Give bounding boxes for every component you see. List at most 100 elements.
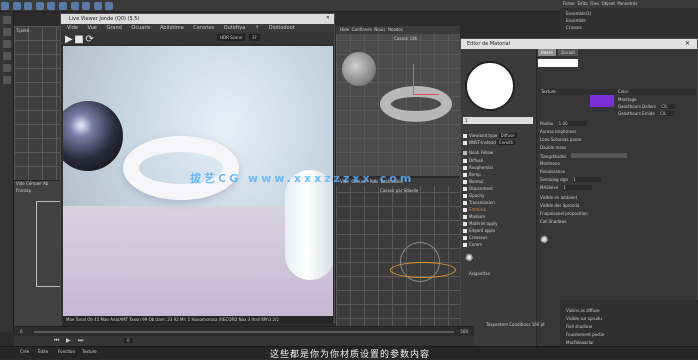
checkbox[interactable] (463, 194, 467, 198)
menu-item[interactable]: Abilotima (160, 25, 184, 31)
tab-parametres[interactable]: Pannetrés (617, 1, 637, 6)
channel-row[interactable]: Transmission (463, 200, 533, 207)
tab-texture[interactable]: Texture (82, 349, 97, 354)
param-row[interactable]: MASloive 1 (540, 185, 695, 191)
edges-mode-icon[interactable] (3, 28, 11, 36)
timeline[interactable]: 0 500 (14, 326, 474, 336)
forward-icon[interactable]: ⏭ (78, 337, 83, 345)
object-item[interactable]: Ensemble(1) (566, 11, 591, 16)
param-row[interactable]: Fnapoisonel proposition (540, 211, 695, 217)
play-icon[interactable]: ▶ (65, 34, 73, 45)
color-row[interactable]: Monitage (618, 97, 694, 103)
channel-row[interactable]: Diffusé (463, 158, 533, 165)
material-name-field[interactable]: 1 (463, 117, 533, 124)
channel-row[interactable]: Bemp (463, 172, 533, 179)
render-icon[interactable] (82, 2, 91, 10)
live-viewer-titlebar[interactable]: Live Viewer Jonde (Q0) (5.5) ✕ (61, 14, 334, 24)
param-row[interactable]: Poulou 1.00 (540, 121, 695, 127)
channel-row[interactable]: Roughemiss (463, 165, 533, 172)
channel-row[interactable]: Normal (463, 179, 533, 186)
channel-row-selected[interactable]: Emmisie (463, 207, 533, 214)
attribute-item[interactable]: Visible sur sprudu (566, 316, 602, 321)
param-row[interactable]: Visible on ambient (540, 195, 695, 201)
tab-fonction[interactable]: Fonction (58, 349, 75, 354)
checkbox[interactable] (463, 180, 467, 184)
color-row[interactable]: Geasthours Emide CIL (618, 111, 694, 117)
checkbox[interactable] (463, 166, 467, 170)
play-icon[interactable]: ▶ (66, 337, 71, 344)
section-header[interactable]: Texture Color (538, 89, 697, 95)
viewport-front-right[interactable]: Vide Camaer Pula Bastimbles Casson par S… (336, 178, 460, 330)
value-field[interactable]: 1 (563, 185, 592, 190)
white-swatch[interactable] (538, 59, 578, 67)
param-row[interactable]: Lono Solsonas passe (540, 137, 695, 143)
render-mode-select[interactable]: HDR Scene (217, 34, 246, 41)
checkbox[interactable] (463, 201, 467, 205)
refresh-icon[interactable]: ⟳ (85, 34, 93, 45)
live-viewer-window[interactable]: Live Viewer Jonde (Q0) (5.5) ✕ Vide Vue … (60, 13, 335, 323)
scale-icon[interactable] (47, 2, 56, 10)
color-row[interactable]: Geasthours Dellors CIL (618, 104, 694, 110)
menu-item[interactable]: Vide (67, 25, 78, 31)
param-row[interactable]: Semiolog sign 1 (540, 177, 695, 183)
render-count-select[interactable]: 3? (249, 34, 260, 41)
value-field[interactable]: 1.00 (558, 121, 587, 126)
channel-row[interactable]: Matériel apply (463, 221, 533, 228)
checkbox[interactable] (463, 151, 467, 155)
param-row[interactable]: Renaissance (540, 169, 695, 175)
checkbox[interactable] (463, 173, 467, 177)
stop-icon[interactable]: ■ (74, 34, 83, 45)
param-row[interactable]: Call Shadows (540, 219, 695, 225)
channel-row[interactable]: Dispcoment (463, 186, 533, 193)
menu-item[interactable]: ↑ (255, 25, 259, 31)
material-preview[interactable] (465, 61, 515, 111)
viewport-front[interactable]: Vide Cémaer Ab Frontap (14, 180, 62, 330)
channel-row[interactable]: Corem (463, 242, 533, 249)
select-icon[interactable] (24, 2, 33, 10)
checkbox[interactable] (463, 229, 467, 233)
checkbox[interactable] (463, 215, 467, 219)
material-assign-icon[interactable]: ✺ (540, 235, 548, 246)
object-item[interactable]: Crasses (566, 25, 582, 30)
tab-advanced[interactable]: Doradi (558, 49, 578, 56)
redo-icon[interactable] (12, 2, 21, 10)
attribute-item[interactable]: Mocfaleaoclar (566, 340, 594, 345)
material-editor-titlebar[interactable]: Edtor de Matorial (461, 39, 697, 49)
attribute-item[interactable]: Fouistement pectie (566, 332, 604, 337)
param-row[interactable]: Visible des Spronda (540, 203, 695, 209)
polygons-mode-icon[interactable] (3, 40, 11, 48)
checkbox[interactable] (463, 208, 467, 212)
camera-icon[interactable] (93, 2, 102, 10)
channel-row[interactable]: Edgard appis (463, 228, 533, 235)
checkbox[interactable] (463, 222, 467, 226)
attribute-item[interactable]: Violins as diffuse (566, 308, 600, 313)
menu-item[interactable]: Outidtya (224, 25, 246, 31)
model-mode-icon[interactable] (3, 52, 11, 60)
rotate-icon[interactable] (58, 2, 67, 10)
color-swatch[interactable] (590, 95, 614, 107)
tab-objets[interactable]: Objeet (602, 1, 615, 6)
option-row[interactable]: NNST-Instead Enmitti (463, 140, 533, 147)
slider[interactable] (571, 153, 628, 158)
rewind-icon[interactable]: ⏮ (54, 337, 59, 345)
axis-icon[interactable] (3, 76, 11, 84)
rotation-ring[interactable] (390, 262, 456, 278)
close-icon[interactable]: ✕ (685, 40, 695, 48)
tab-edite[interactable]: Édite (38, 349, 48, 354)
option-row[interactable]: Viewiand type Diffuse (463, 133, 533, 140)
param-row[interactable]: Dauble maxs (540, 145, 695, 151)
menu-item[interactable]: Carifianes (352, 27, 372, 32)
tab-fichier[interactable]: Ficher (563, 1, 575, 6)
param-row[interactable]: Monteone (540, 161, 695, 167)
channel-row[interactable]: Madium (463, 214, 533, 221)
tab-cree[interactable]: Crée (20, 349, 29, 354)
channel-row[interactable]: Opacity (463, 193, 533, 200)
checkbox[interactable] (463, 243, 467, 247)
undo-icon[interactable] (1, 2, 9, 10)
x-axis-handle[interactable] (413, 94, 439, 95)
current-frame[interactable]: 0 (124, 338, 133, 343)
checkbox[interactable] (463, 141, 467, 145)
object-item[interactable]: Ensemble (566, 18, 586, 23)
snap-icon[interactable] (3, 64, 11, 72)
attribute-item[interactable]: Fiell shodinar (566, 324, 592, 329)
